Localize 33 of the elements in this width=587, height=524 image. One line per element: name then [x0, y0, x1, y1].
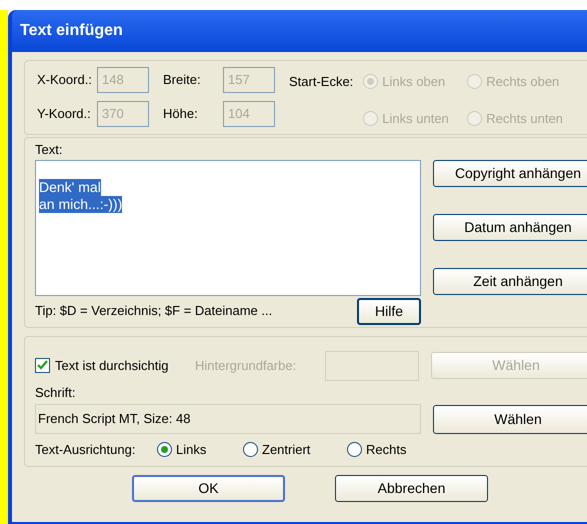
append-button[interactable]: Zeit anhängen — [433, 268, 587, 294]
append-button[interactable]: Datum anhängen — [433, 214, 587, 240]
field-label: Y-Koord.: — [37, 105, 92, 124]
start-corner-label: Start-Ecke: — [289, 73, 354, 91]
window-title: Text einfügen — [20, 21, 123, 41]
dialog-button[interactable]: Abbrechen — [335, 474, 488, 502]
checkbox[interactable] — [35, 358, 50, 373]
radio-button[interactable] — [243, 442, 258, 458]
field-label: X-Koord.: — [37, 71, 93, 90]
radio-label: Rechts — [366, 441, 406, 459]
radio-label: Links oben — [382, 73, 446, 91]
field-label: Höhe: — [163, 105, 199, 124]
font-label: Schrift: — [35, 384, 76, 400]
text-area[interactable]: Denk' mal an mich...:-))) — [35, 160, 421, 296]
text-label: Text: — [35, 142, 62, 157]
help-button[interactable]: Hilfe — [357, 298, 421, 324]
dialog-button[interactable]: OK — [132, 474, 285, 502]
radio-label: Rechts oben — [486, 73, 560, 91]
field-label: Breite: — [163, 71, 202, 90]
checkbox-label: Text ist durchsichtig — [55, 356, 168, 375]
radio-button[interactable] — [347, 442, 362, 458]
tip-text: Tip: $D = Verzeichnis; $F = Dateiname ... — [35, 302, 272, 320]
radio-label: Links — [176, 441, 206, 459]
radio-label: Links unten — [382, 110, 449, 128]
background-label: Hintergrundfarbe: — [195, 356, 298, 375]
color-field[interactable] — [325, 350, 419, 380]
radio-button[interactable] — [157, 442, 172, 458]
alignment-label: Text-Ausrichtung: — [35, 441, 136, 459]
radio-label: Rechts unten — [486, 110, 563, 128]
choose-font-button[interactable]: Wählen — [433, 404, 587, 434]
append-button[interactable]: Copyright anhängen — [433, 160, 587, 186]
radio-label: Zentriert — [262, 441, 310, 459]
font-field: French Script MT, Size: 48 — [35, 404, 421, 434]
